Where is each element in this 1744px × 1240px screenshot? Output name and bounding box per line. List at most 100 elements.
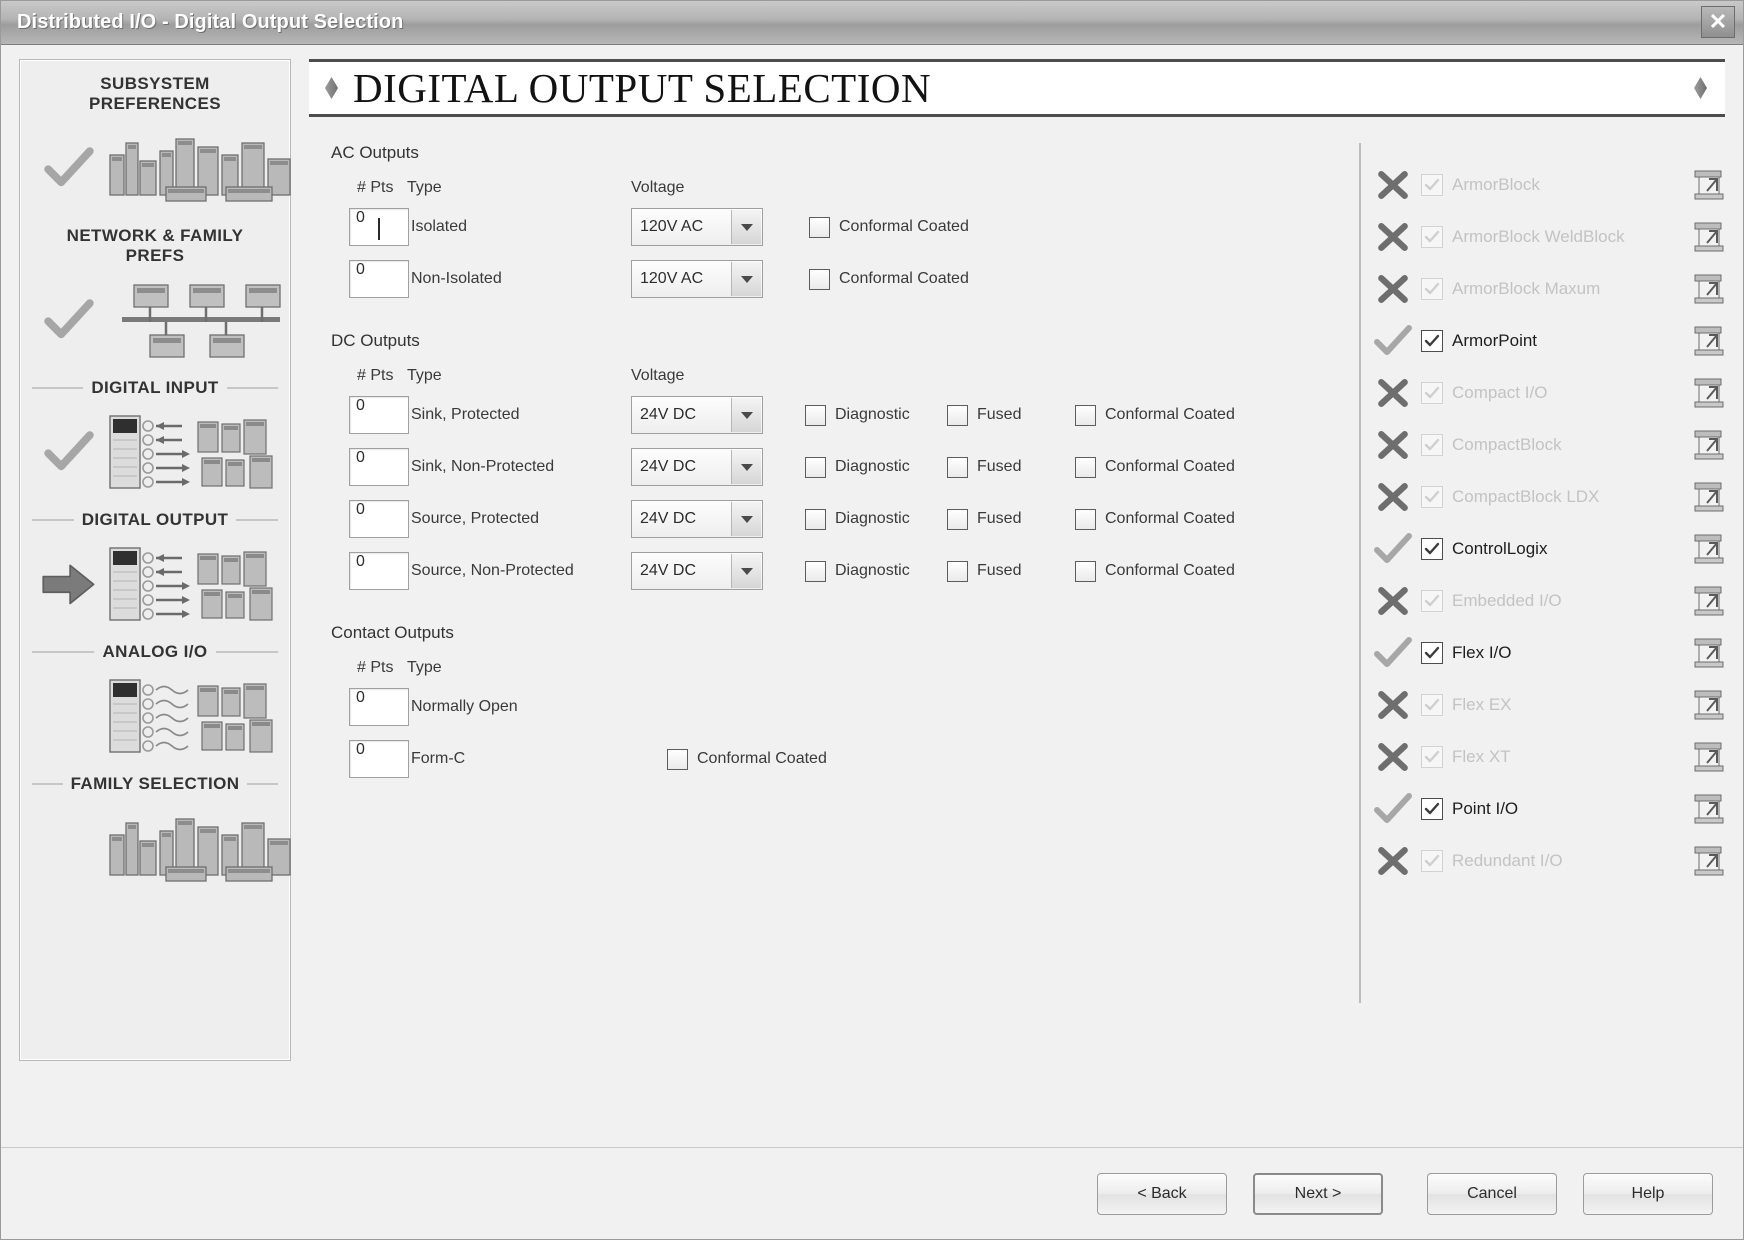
wizard-step-subsystem-preferences[interactable]: SUBSYSTEM PREFERENCES xyxy=(32,70,291,220)
conformal-coated-checkbox[interactable]: Conformal Coated xyxy=(1075,560,1235,582)
family-checkbox[interactable] xyxy=(1421,226,1443,248)
voltage-select[interactable]: 120V AC xyxy=(631,208,763,246)
family-checkbox[interactable] xyxy=(1421,330,1443,352)
family-row[interactable]: Compact I/O xyxy=(1365,367,1725,419)
family-datasheet-icon[interactable] xyxy=(1681,376,1725,410)
next-button[interactable]: Next > xyxy=(1253,1172,1383,1215)
diagnostic-checkbox[interactable]: Diagnostic xyxy=(805,456,947,478)
family-datasheet-icon[interactable] xyxy=(1681,532,1725,566)
family-row[interactable]: ArmorBlock WeldBlock xyxy=(1365,211,1725,263)
chevron-down-icon[interactable] xyxy=(731,398,761,432)
family-checkbox[interactable] xyxy=(1421,174,1443,196)
wizard-step-network-family-prefs[interactable]: NETWORK & FAMILY PREFS xyxy=(32,222,281,372)
family-checkbox[interactable] xyxy=(1421,590,1443,612)
wizard-step-analog-i-o[interactable]: ANALOG I/O xyxy=(32,638,278,768)
conformal-coated-checkbox[interactable]: Conformal Coated xyxy=(1075,456,1235,478)
diagnostic-checkbox[interactable]: Diagnostic xyxy=(805,560,947,582)
checkbox-box[interactable] xyxy=(1075,456,1096,478)
voltage-select[interactable]: 24V DC xyxy=(631,500,763,538)
family-row[interactable]: ArmorBlock Maxum xyxy=(1365,263,1725,315)
help-button[interactable]: Help xyxy=(1583,1172,1713,1215)
family-checkbox[interactable] xyxy=(1421,850,1443,872)
family-row[interactable]: CompactBlock LDX xyxy=(1365,471,1725,523)
family-checkbox[interactable] xyxy=(1421,798,1443,820)
family-checkbox[interactable] xyxy=(1421,486,1443,508)
family-datasheet-icon[interactable] xyxy=(1681,272,1725,306)
family-row[interactable]: Embedded I/O xyxy=(1365,575,1725,627)
chevron-down-icon[interactable] xyxy=(731,502,761,536)
voltage-select[interactable]: 24V DC xyxy=(631,552,763,590)
fused-checkbox[interactable]: Fused xyxy=(947,404,1075,426)
checkbox-box[interactable] xyxy=(1075,560,1096,582)
family-datasheet-icon[interactable] xyxy=(1681,740,1725,774)
family-row[interactable]: CompactBlock xyxy=(1365,419,1725,471)
family-datasheet-icon[interactable] xyxy=(1681,688,1725,722)
family-datasheet-icon[interactable] xyxy=(1681,220,1725,254)
family-datasheet-icon[interactable] xyxy=(1681,636,1725,670)
back-button[interactable]: < Back xyxy=(1097,1172,1227,1215)
family-row[interactable]: ControlLogix xyxy=(1365,523,1725,575)
family-checkbox[interactable] xyxy=(1421,642,1443,664)
checkbox-box[interactable] xyxy=(805,508,826,530)
checkbox-box[interactable] xyxy=(1075,404,1096,426)
conformal-coated-checkbox[interactable]: Conformal Coated xyxy=(1075,404,1235,426)
fused-checkbox[interactable]: Fused xyxy=(947,508,1075,530)
family-checkbox[interactable] xyxy=(1421,746,1443,768)
family-row[interactable]: Redundant I/O xyxy=(1365,835,1725,887)
family-datasheet-icon[interactable] xyxy=(1681,324,1725,358)
chevron-down-icon[interactable] xyxy=(731,554,761,588)
family-row[interactable]: Flex I/O xyxy=(1365,627,1725,679)
dc-output-row: 0 Sink, Protected 24V DC Diagnostic Fused Con… xyxy=(327,393,1349,437)
fused-checkbox[interactable]: Fused xyxy=(947,560,1075,582)
family-datasheet-icon[interactable] xyxy=(1681,480,1725,514)
diagnostic-checkbox[interactable]: Diagnostic xyxy=(805,508,947,530)
checkbox-box[interactable] xyxy=(667,748,688,770)
checkbox-box[interactable] xyxy=(805,560,826,582)
checkbox-box[interactable] xyxy=(947,508,968,530)
checkbox-box[interactable] xyxy=(947,456,968,478)
conformal-coated-checkbox[interactable]: Conformal Coated xyxy=(809,216,969,238)
family-datasheet-icon[interactable] xyxy=(1681,844,1725,878)
family-checkbox[interactable] xyxy=(1421,694,1443,716)
chevron-down-icon[interactable] xyxy=(731,450,761,484)
checkbox-box[interactable] xyxy=(947,560,968,582)
family-datasheet-icon[interactable] xyxy=(1681,168,1725,202)
family-checkbox[interactable] xyxy=(1421,382,1443,404)
family-datasheet-icon[interactable] xyxy=(1681,792,1725,826)
checkbox-box[interactable] xyxy=(809,216,830,238)
points-input[interactable]: 0 xyxy=(349,208,409,246)
fused-checkbox[interactable]: Fused xyxy=(947,456,1075,478)
current-step-arrow-icon xyxy=(38,562,100,607)
voltage-select[interactable]: 24V DC xyxy=(631,448,763,486)
checkbox-box[interactable] xyxy=(809,268,830,290)
family-row[interactable]: ArmorPoint xyxy=(1365,315,1725,367)
family-row[interactable]: ArmorBlock xyxy=(1365,159,1725,211)
cancel-button[interactable]: Cancel xyxy=(1427,1172,1557,1215)
voltage-select[interactable]: 120V AC xyxy=(631,260,763,298)
family-datasheet-icon[interactable] xyxy=(1681,428,1725,462)
close-icon[interactable]: ✕ xyxy=(1701,6,1735,38)
conformal-coated-checkbox[interactable]: Conformal Coated xyxy=(667,748,827,770)
wizard-step-digital-input[interactable]: DIGITAL INPUT xyxy=(32,374,279,504)
voltage-select[interactable]: 24V DC xyxy=(631,396,763,434)
wizard-step-family-selection[interactable]: FAMILY SELECTION xyxy=(32,770,291,900)
family-row[interactable]: Flex EX xyxy=(1365,679,1725,731)
family-checkbox[interactable] xyxy=(1421,434,1443,456)
wizard-step-art xyxy=(32,796,291,900)
conformal-coated-checkbox[interactable]: Conformal Coated xyxy=(1075,508,1235,530)
family-row[interactable]: Point I/O xyxy=(1365,783,1725,835)
wizard-step-digital-output[interactable]: DIGITAL OUTPUT xyxy=(32,506,279,636)
checkbox-box[interactable] xyxy=(805,404,826,426)
chevron-down-icon[interactable] xyxy=(731,210,761,244)
checkbox-box[interactable] xyxy=(947,404,968,426)
checkbox-box[interactable] xyxy=(805,456,826,478)
family-row[interactable]: Flex XT xyxy=(1365,731,1725,783)
family-checkbox[interactable] xyxy=(1421,538,1443,560)
family-datasheet-icon[interactable] xyxy=(1681,584,1725,618)
conformal-coated-checkbox[interactable]: Conformal Coated xyxy=(809,268,969,290)
family-checkbox[interactable] xyxy=(1421,278,1443,300)
diagnostic-checkbox[interactable]: Diagnostic xyxy=(805,404,947,426)
chevron-down-icon[interactable] xyxy=(731,262,761,296)
checkbox-box[interactable] xyxy=(1075,508,1096,530)
header-pts: # Pts xyxy=(357,659,394,676)
